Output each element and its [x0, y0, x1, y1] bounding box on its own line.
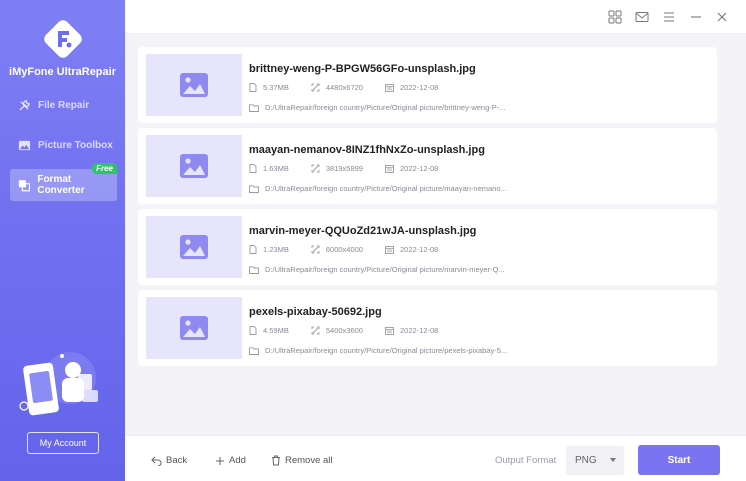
file-path-row: D:/UltraRepair/foreign country/Picture/O… [249, 184, 507, 193]
file-thumbnail [146, 135, 242, 197]
calendar-icon [385, 165, 394, 173]
file-path-row: D:/UltraRepair/foreign country/Picture/O… [249, 103, 506, 112]
file-path: D:/UltraRepair/foreign country/Picture/O… [265, 184, 507, 193]
folder-icon [249, 184, 259, 193]
file-name: maayan-nemanov-8INZ1fhNxZo-unsplash.jpg [249, 144, 485, 156]
file-resolution: 5400x3600 [325, 326, 363, 335]
file-resolution: 6000x4000 [325, 245, 363, 254]
image-placeholder-icon [180, 154, 208, 178]
app-name: iMyFone UltraRepair [9, 66, 116, 78]
file-meta: 5.37MB 4480x6720 2022-12-08 [249, 83, 460, 92]
file-size: 4.59MB [263, 326, 289, 335]
trash-icon [272, 455, 280, 466]
file-date: 2022-12-08 [399, 326, 439, 335]
file-name: pexels-pixabay-50692.jpg [249, 306, 382, 318]
file-path: D:/UltraRepair/foreign country/Picture/O… [265, 103, 506, 112]
file-size: 1.63MB [263, 164, 289, 173]
file-name: marvin-meyer-QQUoZd21wJA-unsplash.jpg [249, 225, 477, 237]
main-panel: brittney-weng-P-BPGW56GFo-unsplash.jpg 5… [125, 0, 746, 481]
file-thumbnail [146, 216, 242, 278]
title-bar [125, 0, 746, 34]
grid-icon[interactable] [608, 10, 622, 24]
sidebar-item-format-converter[interactable]: Format Converter Free [10, 163, 117, 201]
file-date: 2022-12-08 [399, 245, 439, 254]
convert-icon [18, 179, 31, 191]
minimize-icon[interactable] [689, 10, 703, 24]
calendar-icon [385, 246, 394, 254]
file-resolution: 4480x6720 [325, 83, 363, 92]
file-date: 2022-12-08 [399, 164, 439, 173]
file-date: 2022-12-08 [399, 83, 439, 92]
file-path: D:/UltraRepair/foreign country/Picture/O… [265, 265, 505, 274]
back-button[interactable]: Back [151, 455, 187, 466]
sidebar: iMyFone UltraRepair File Repair Picture … [0, 0, 125, 481]
file-size-icon [249, 245, 257, 254]
sidebar-item-label: Picture Toolbox [38, 139, 113, 151]
folder-icon [249, 265, 259, 274]
calendar-icon [385, 84, 394, 92]
output-format-select[interactable]: PNG [566, 446, 624, 475]
back-arrow-icon [151, 456, 162, 466]
file-meta: 4.59MB 5400x3600 2022-12-08 [249, 326, 460, 335]
file-path: D:/UltraRepair/foreign country/Picture/O… [265, 346, 508, 355]
file-card[interactable]: marvin-meyer-QQUoZd21wJA-unsplash.jpg 1.… [138, 209, 717, 285]
add-label: Add [229, 455, 246, 466]
sidebar-item-picture-toolbox[interactable]: Picture Toolbox [10, 129, 117, 161]
resolution-icon [311, 83, 320, 92]
sidebar-item-label: File Repair [38, 99, 90, 111]
calendar-icon [385, 327, 394, 335]
phone-illustration-icon [19, 352, 98, 416]
file-thumbnail [146, 297, 242, 359]
file-card[interactable]: brittney-weng-P-BPGW56GFo-unsplash.jpg 5… [138, 47, 717, 123]
menu-icon[interactable] [662, 10, 676, 24]
close-icon[interactable] [715, 10, 729, 24]
folder-icon [249, 103, 259, 112]
file-path-row: D:/UltraRepair/foreign country/Picture/O… [249, 265, 505, 274]
bottom-toolbar: Back Add Remove all Output Format PNG St… [125, 435, 746, 481]
file-path-row: D:/UltraRepair/foreign country/Picture/O… [249, 346, 507, 355]
free-badge: Free [92, 163, 117, 174]
file-name: brittney-weng-P-BPGW56GFo-unsplash.jpg [249, 63, 476, 75]
sidebar-item-file-repair[interactable]: File Repair [10, 89, 117, 121]
image-placeholder-icon [180, 235, 208, 259]
back-label: Back [166, 455, 188, 466]
start-button[interactable]: Start [638, 445, 720, 475]
file-size-icon [249, 83, 257, 92]
file-card[interactable]: maayan-nemanov-8INZ1fhNxZo-unsplash.jpg … [138, 128, 717, 204]
file-meta: 1.23MB 6000x4000 2022-12-08 [249, 245, 460, 254]
add-button[interactable]: Add [215, 455, 246, 466]
plus-icon [216, 456, 224, 465]
output-format-value: PNG [575, 455, 597, 466]
caret-down-icon [610, 458, 616, 462]
file-size: 5.37MB [263, 83, 289, 92]
remove-all-label: Remove all [285, 455, 333, 466]
mail-icon[interactable] [635, 10, 649, 24]
file-thumbnail [146, 54, 242, 116]
image-placeholder-icon [180, 73, 208, 97]
wrench-icon [19, 99, 30, 111]
resolution-icon [311, 245, 320, 254]
app-logo-icon [44, 20, 82, 58]
file-size: 1.23MB [263, 245, 289, 254]
sidebar-item-label: Format Converter [37, 174, 85, 196]
file-resolution: 3819x5899 [325, 164, 363, 173]
file-size-icon [249, 164, 257, 173]
resolution-icon [311, 164, 320, 173]
image-icon [18, 140, 31, 150]
remove-all-button[interactable]: Remove all [271, 455, 333, 466]
file-size-icon [249, 326, 257, 335]
folder-icon [249, 346, 259, 355]
image-placeholder-icon [180, 316, 208, 340]
file-meta: 1.63MB 3819x5899 2022-12-08 [249, 164, 460, 173]
output-format-label: Output Format [495, 455, 557, 466]
my-account-button[interactable]: My Account [27, 432, 99, 454]
file-card[interactable]: pexels-pixabay-50692.jpg 4.59MB 5400x360… [138, 290, 717, 366]
resolution-icon [311, 326, 320, 335]
